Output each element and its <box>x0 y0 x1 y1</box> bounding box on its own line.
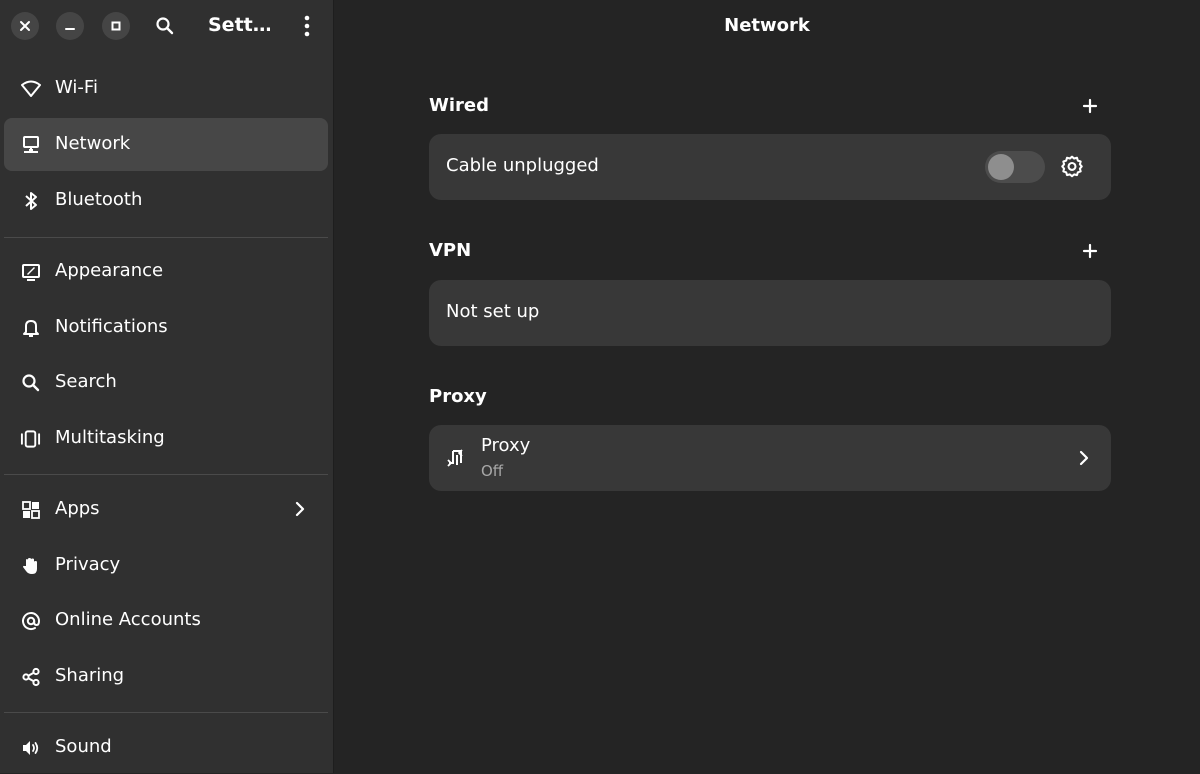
proxy-row-title: Proxy <box>481 435 531 456</box>
add-vpn-button[interactable] <box>1076 237 1104 265</box>
main-menu-button[interactable] <box>292 11 322 41</box>
sidebar-item-sharing[interactable]: Sharing <box>4 650 328 703</box>
apps-grid-icon <box>20 499 41 520</box>
vpn-section-title: VPN <box>429 240 472 261</box>
sidebar-item-appearance[interactable]: Appearance <box>4 245 328 298</box>
maximize-icon <box>111 21 121 31</box>
sidebar-item-label: Apps <box>55 498 100 519</box>
sidebar-item-label: Bluetooth <box>55 189 143 210</box>
sidebar-separator <box>4 237 328 238</box>
share-icon <box>20 666 41 687</box>
minimize-window-button[interactable] <box>56 12 84 40</box>
sidebar-item-notifications[interactable]: Notifications <box>4 301 328 354</box>
sidebar-item-label: Multitasking <box>55 427 165 448</box>
sidebar-item-label: Wi-Fi <box>55 77 98 98</box>
plus-icon <box>1082 98 1098 114</box>
sidebar-item-sound[interactable]: Sound <box>4 721 328 774</box>
sidebar-item-search[interactable]: Search <box>4 356 328 409</box>
proxy-row[interactable]: Proxy Off <box>429 425 1111 491</box>
sidebar-item-label: Privacy <box>55 554 121 575</box>
toggle-knob <box>988 154 1014 180</box>
search-icon <box>20 372 41 393</box>
sidebar-item-label: Appearance <box>55 260 164 281</box>
proxy-row-subtitle: Off <box>481 462 504 480</box>
wifi-icon <box>20 78 41 99</box>
sidebar-separator <box>4 474 328 475</box>
maximize-window-button[interactable] <box>102 12 130 40</box>
bell-icon <box>20 317 41 338</box>
wired-connection-row: Cable unplugged <box>429 134 1111 200</box>
sidebar-item-bluetooth[interactable]: Bluetooth <box>4 174 328 227</box>
sidebar-header: Sett… <box>0 0 333 55</box>
at-sign-icon <box>20 610 41 631</box>
add-wired-connection-button[interactable] <box>1076 92 1104 120</box>
vpn-status-label: Not set up <box>446 301 540 322</box>
wired-status-label: Cable unplugged <box>446 155 599 176</box>
appearance-icon <box>20 261 41 282</box>
multitasking-icon <box>20 428 41 449</box>
sidebar-item-multitasking[interactable]: Multitasking <box>4 412 328 465</box>
page-title: Network <box>724 15 810 36</box>
speaker-icon <box>20 737 41 758</box>
network-icon <box>20 134 41 155</box>
sidebar-item-label: Online Accounts <box>55 609 201 630</box>
proxy-icon <box>447 449 463 467</box>
sidebar: Sett… Wi-Fi Network Bluetooth Appearance <box>0 0 334 773</box>
sidebar-item-label: Notifications <box>55 316 168 337</box>
sidebar-separator <box>4 712 328 713</box>
sidebar-item-online-accounts[interactable]: Online Accounts <box>4 594 328 647</box>
sidebar-item-network[interactable]: Network <box>4 118 328 171</box>
chevron-right-icon <box>295 501 305 517</box>
bluetooth-icon <box>20 190 41 211</box>
sidebar-item-apps[interactable]: Apps <box>4 483 328 536</box>
wired-toggle-switch[interactable] <box>985 151 1045 183</box>
close-window-button[interactable] <box>11 12 39 40</box>
sidebar-search-button[interactable] <box>150 11 180 41</box>
gear-icon[interactable] <box>1059 154 1085 180</box>
sidebar-item-wifi[interactable]: Wi-Fi <box>4 62 328 115</box>
sidebar-item-label: Network <box>55 133 131 154</box>
close-icon <box>20 21 30 31</box>
sidebar-item-label: Sharing <box>55 665 125 686</box>
wired-section-title: Wired <box>429 95 489 116</box>
sidebar-item-label: Sound <box>55 736 112 757</box>
minimize-icon <box>65 28 75 30</box>
chevron-right-icon <box>1079 450 1089 466</box>
vpn-row: Not set up <box>429 280 1111 346</box>
proxy-section-title: Proxy <box>429 386 487 407</box>
sidebar-item-label: Search <box>55 371 117 392</box>
sidebar-item-privacy[interactable]: Privacy <box>4 539 328 592</box>
search-icon <box>156 17 174 35</box>
plus-icon <box>1082 243 1098 259</box>
kebab-menu-icon <box>304 15 310 37</box>
hand-icon <box>20 555 41 576</box>
sidebar-title: Sett… <box>208 14 270 36</box>
